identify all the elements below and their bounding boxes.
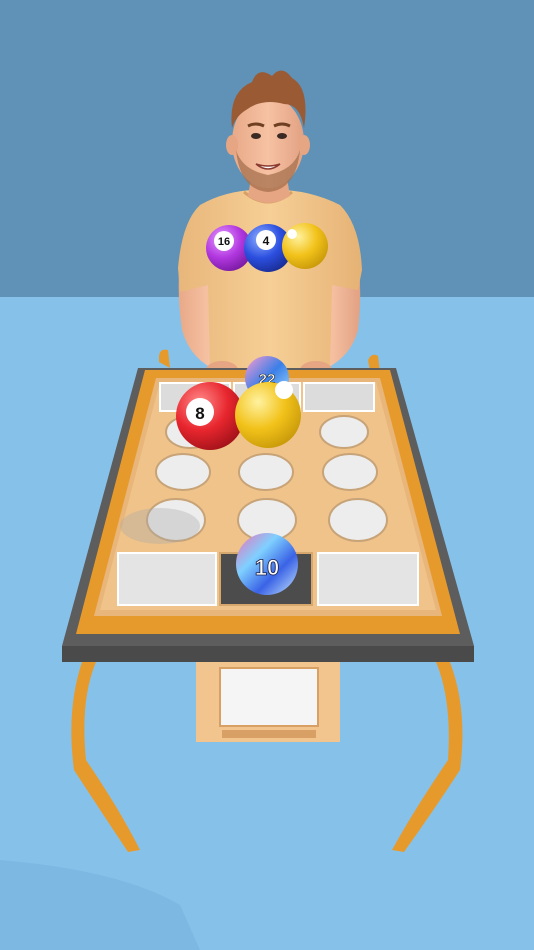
right-eye bbox=[277, 133, 287, 139]
drawer-handle bbox=[222, 730, 316, 738]
game-scene: 16 4 22 8 10 bbox=[0, 0, 534, 950]
hole-2-2[interactable] bbox=[328, 498, 388, 542]
right-ear bbox=[298, 135, 310, 155]
board-ball-1-label: 8 bbox=[195, 404, 204, 423]
left-ear bbox=[226, 135, 238, 155]
held-ball-1-label: 4 bbox=[263, 234, 270, 248]
held-ball-2 bbox=[282, 223, 328, 269]
bottom-slot-left bbox=[117, 552, 217, 606]
board-ball-3-label: 10 bbox=[255, 555, 279, 580]
hole-1-2[interactable] bbox=[322, 453, 378, 491]
hole-1-1[interactable] bbox=[238, 453, 294, 491]
board-ball-3[interactable]: 10 bbox=[236, 533, 298, 595]
hole-1-0[interactable] bbox=[155, 453, 211, 491]
held-ball-0-label: 16 bbox=[218, 236, 230, 248]
hole-shadow bbox=[120, 508, 200, 544]
drawer-inner bbox=[219, 667, 319, 727]
bottom-slot-right bbox=[317, 552, 419, 606]
hole-0-2[interactable] bbox=[319, 415, 369, 449]
left-eye bbox=[251, 133, 261, 139]
table-frame-front bbox=[62, 646, 474, 662]
board-ball-1[interactable]: 8 bbox=[176, 382, 244, 450]
top-slot-right bbox=[303, 382, 375, 412]
